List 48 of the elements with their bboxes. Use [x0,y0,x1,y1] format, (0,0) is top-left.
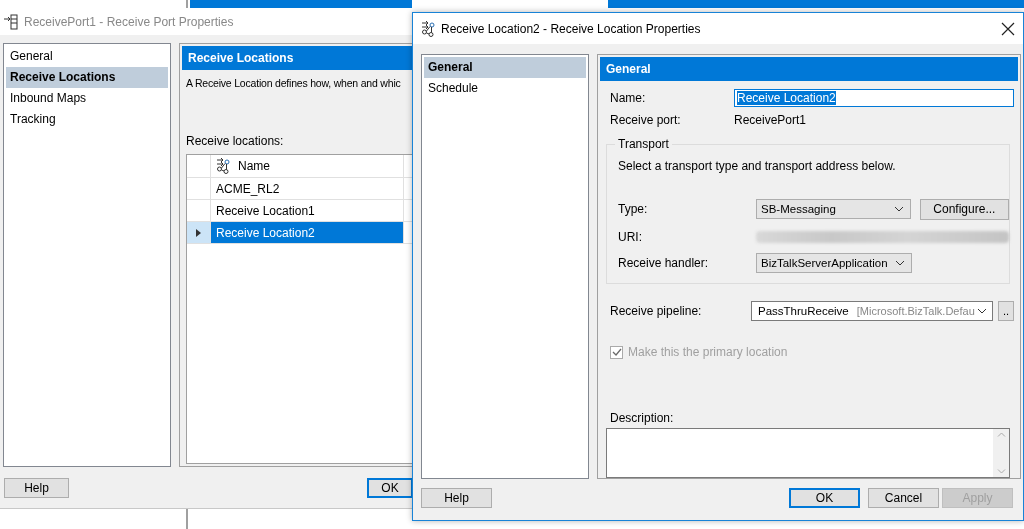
column-title: Name [238,159,270,173]
scrollbar[interactable] [993,429,1009,477]
page-item[interactable]: Receive Locations [6,67,168,88]
dialog-button[interactable]: Help [4,478,69,498]
checkbox-label: Make this the primary location [628,345,788,359]
check-icon [611,348,622,356]
field-label: Type: [618,202,649,216]
name-field[interactable]: Receive Location2 [734,89,1014,107]
pipeline-dropdown[interactable]: PassThruReceive [Microsoft.BizTalk.Defau [751,301,993,321]
field-label: Receive port: [609,113,682,127]
dialog-button[interactable]: OK [367,478,413,498]
dialog-button[interactable]: OK [789,488,860,508]
browse-button[interactable]: .. [998,301,1014,321]
section-header: Receive Locations [182,46,413,70]
scroll-down-icon [996,469,1006,474]
section-header: General [600,57,1018,81]
page-item[interactable]: General [6,46,168,67]
close-icon[interactable] [1001,21,1015,36]
window-title: Receive Location2 - Receive Location Properties [441,21,701,36]
page-item[interactable]: General [424,57,586,78]
group-title: Transport [615,137,672,151]
port-icon [4,13,18,30]
field-value: ReceivePort1 [734,113,807,127]
page-item[interactable]: Tracking [6,109,168,130]
hint-text: Select a transport type and transport address below. [618,159,897,173]
field-label: URI: [618,230,643,244]
dialog-button[interactable]: Cancel [868,488,939,508]
row-pointer-icon [196,228,201,237]
description-text: A Receive Location defines how, when and whic [186,77,401,89]
caret-icon [893,206,904,212]
field-label: Receive pipeline: [609,304,703,318]
caret-icon [976,308,987,314]
dialog-button[interactable]: Help [421,488,492,508]
description-field[interactable] [606,428,1010,478]
field-label: Description: [610,411,674,425]
node-icon [421,20,435,37]
page-item[interactable]: Schedule [424,78,586,99]
field-label: Receive handler: [618,256,710,270]
list-label: Receive locations: [186,134,285,148]
field-label: Name: [609,91,647,105]
handler-dropdown[interactable]: BizTalkServerApplication [756,253,912,273]
configure-button[interactable]: Configure... [919,198,1009,220]
page-item[interactable]: Inbound Maps [6,88,168,109]
type-dropdown[interactable]: SB-Messaging [756,199,911,219]
scroll-up-icon [996,432,1006,437]
caret-icon [895,260,905,266]
node-icon [216,158,230,174]
window-title: ReceivePort1 - Receive Port Properties [24,14,234,29]
